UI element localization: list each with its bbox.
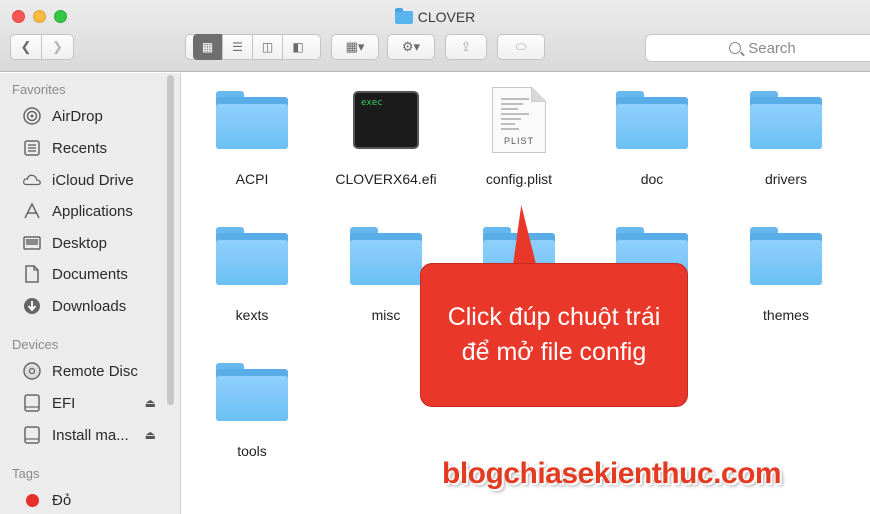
folder-icon xyxy=(750,91,822,149)
documents-icon xyxy=(22,264,42,284)
tags-heading: Tags xyxy=(12,466,40,481)
sidebar-item-install-macos[interactable]: Install ma... ⏏ xyxy=(22,423,162,447)
drive-icon xyxy=(22,425,42,445)
recents-icon xyxy=(22,138,42,158)
sidebar-item-recents[interactable]: Recents xyxy=(22,136,162,160)
action-menu-button[interactable]: ⚙▾ xyxy=(387,34,435,60)
disc-icon xyxy=(22,361,42,381)
file-item-config-plist[interactable]: PLIST config.plist xyxy=(452,87,586,187)
group-icon: ▦▾ xyxy=(345,39,365,54)
share-button[interactable]: ⇪ xyxy=(445,34,487,60)
gear-icon: ⚙▾ xyxy=(401,39,421,54)
file-item-acpi[interactable]: ACPI xyxy=(185,91,319,187)
list-view-button[interactable]: ☰ xyxy=(223,34,253,60)
folder-icon xyxy=(394,8,413,24)
watermark-text: blogchiasekienthuc.com xyxy=(442,457,782,490)
group-by-button[interactable]: ▦▾ xyxy=(331,34,379,60)
tag-icon: ⬭ xyxy=(515,39,527,54)
file-item-kexts[interactable]: kexts xyxy=(185,227,319,323)
plist-document-icon: PLIST xyxy=(492,87,546,153)
folder-icon xyxy=(750,227,822,285)
sidebar-item-remote-disc[interactable]: Remote Disc xyxy=(22,359,162,383)
airdrop-icon xyxy=(22,106,42,126)
chevron-left-icon: ❮ xyxy=(20,39,32,54)
sidebar-item-downloads[interactable]: Downloads xyxy=(22,294,162,318)
folder-icon xyxy=(216,227,288,285)
window-toolbar: CLOVER ❮ ❯ ▦ ☰ ◫ ◧ ▦▾ ⚙▾ ⇪ ⬭ Search xyxy=(0,0,870,72)
eject-icon[interactable]: ⏏ xyxy=(145,428,156,442)
sidebar-item-airdrop[interactable]: AirDrop xyxy=(22,104,162,128)
gallery-icon: ◧ xyxy=(292,40,304,54)
executable-icon: exec xyxy=(353,91,419,149)
sidebar-item-desktop[interactable]: Desktop xyxy=(22,231,162,255)
folder-icon xyxy=(216,91,288,149)
grid-icon: ▦ xyxy=(201,40,214,54)
window-title: CLOVER xyxy=(0,8,870,25)
desktop-icon xyxy=(22,233,42,253)
view-mode-segment: ▦ ☰ ◫ ◧ xyxy=(185,34,321,60)
sidebar-item-applications[interactable]: Applications xyxy=(22,199,162,223)
columns-icon: ◫ xyxy=(261,40,274,54)
tags-button[interactable]: ⬭ xyxy=(497,34,545,60)
callout-text: Click đúp chuột trái để mở file config xyxy=(447,303,661,366)
list-icon: ☰ xyxy=(232,40,243,54)
folder-icon xyxy=(350,227,422,285)
forward-button[interactable]: ❯ xyxy=(42,35,73,59)
downloads-icon xyxy=(22,296,42,316)
tag-color-dot-icon xyxy=(22,490,42,510)
file-item-drivers[interactable]: drivers xyxy=(719,91,853,187)
sidebar: Favorites AirDrop Recents iCloud Drive A… xyxy=(0,73,181,514)
column-view-button[interactable]: ◫ xyxy=(253,34,283,60)
file-item-doc[interactable]: doc xyxy=(585,91,719,187)
instruction-callout: Click đúp chuột trái để mở file config xyxy=(420,263,688,407)
back-button[interactable]: ❮ xyxy=(11,35,43,59)
file-item-themes[interactable]: themes xyxy=(719,227,853,323)
folder-icon xyxy=(216,363,288,421)
sidebar-item-efi[interactable]: EFI ⏏ xyxy=(22,391,162,415)
drive-icon xyxy=(22,393,42,413)
devices-heading: Devices xyxy=(12,337,59,352)
gallery-view-button[interactable]: ◧ xyxy=(283,34,313,60)
nav-buttons: ❮ ❯ xyxy=(10,34,74,60)
sidebar-item-tag-red[interactable]: Đỏ xyxy=(22,488,162,512)
icon-view-button[interactable]: ▦ xyxy=(193,34,223,60)
folder-icon xyxy=(616,91,688,149)
applications-icon xyxy=(22,201,42,221)
file-item-cloverx64-efi[interactable]: exec CLOVERX64.efi xyxy=(319,91,453,187)
share-icon: ⇪ xyxy=(460,39,472,54)
chevron-right-icon: ❯ xyxy=(52,39,63,54)
search-field[interactable]: Search xyxy=(645,34,870,62)
file-item-tools[interactable]: tools xyxy=(185,363,319,459)
favorites-heading: Favorites xyxy=(12,82,66,97)
search-icon xyxy=(729,42,742,54)
search-placeholder: Search xyxy=(748,39,796,57)
eject-icon[interactable]: ⏏ xyxy=(145,396,156,410)
sidebar-scrollbar[interactable] xyxy=(167,75,174,405)
sidebar-item-icloud-drive[interactable]: iCloud Drive xyxy=(22,168,162,192)
sidebar-item-documents[interactable]: Documents xyxy=(22,262,162,286)
cloud-icon xyxy=(22,170,42,190)
